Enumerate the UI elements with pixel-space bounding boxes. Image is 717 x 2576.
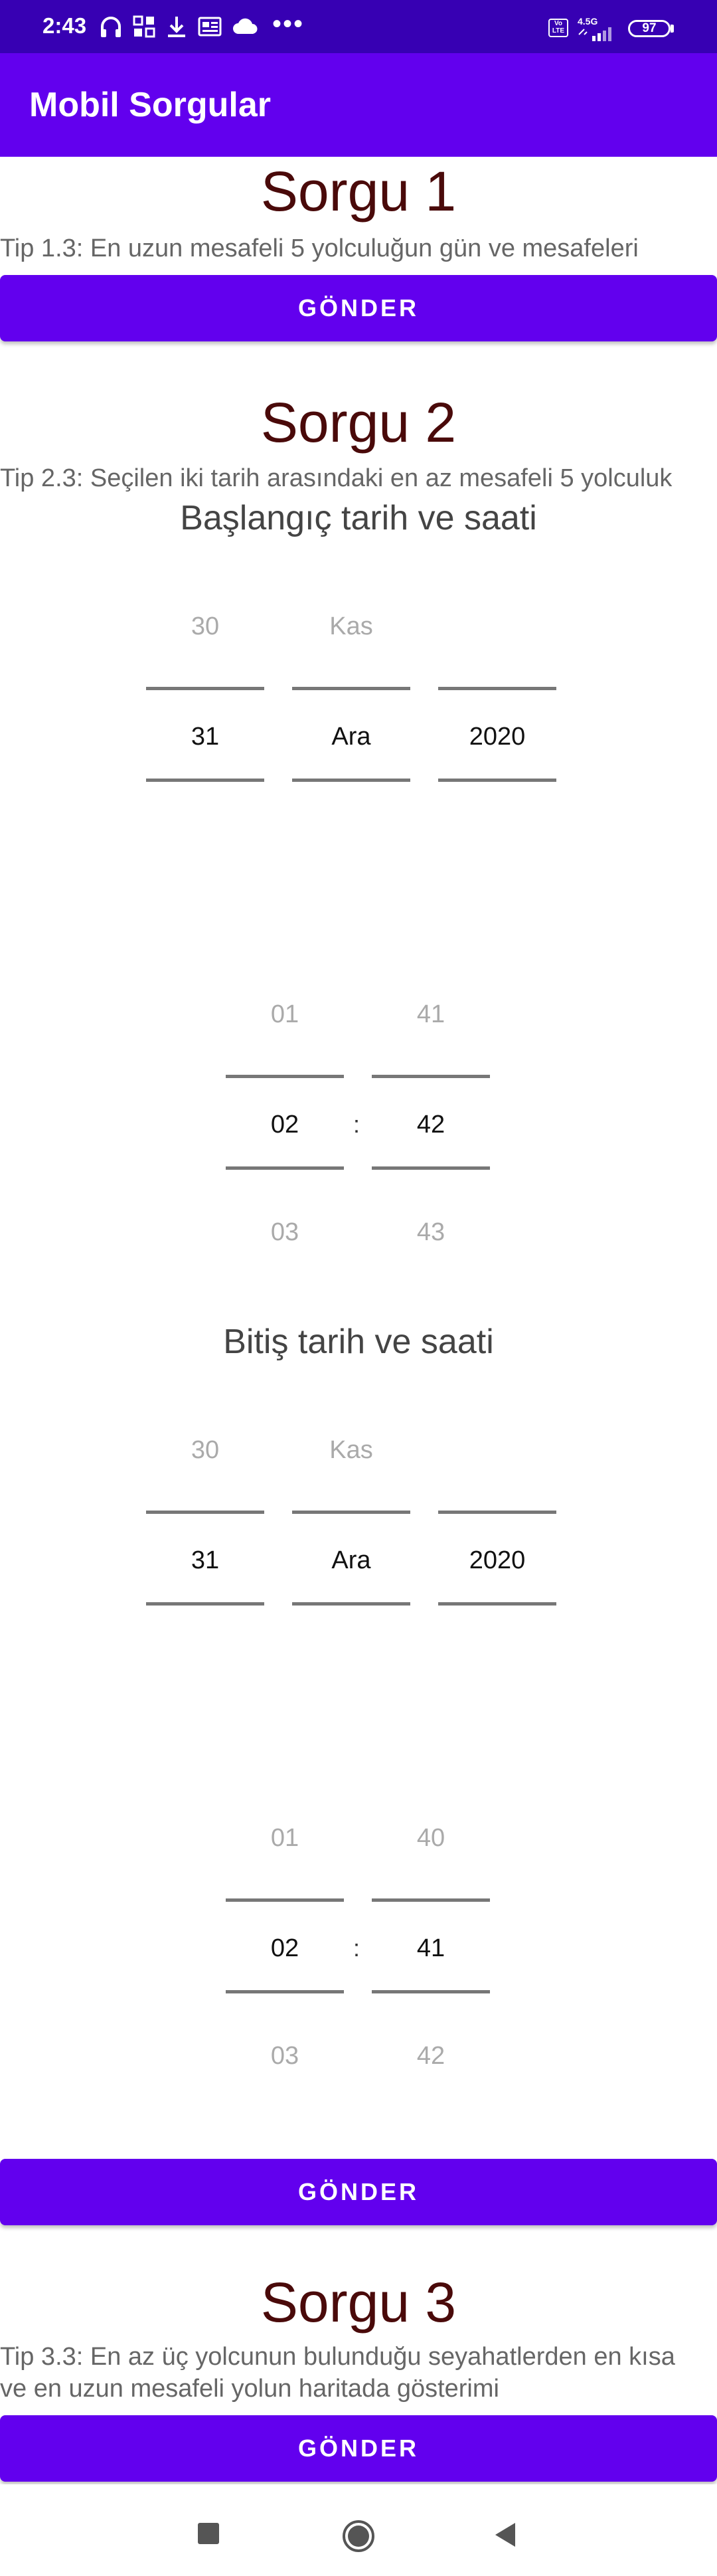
end-day-divider-bottom [146,1602,264,1606]
more-notifications-icon: ••• [272,9,305,39]
start-month-value[interactable]: Ara [292,723,410,751]
battery-level: 97 [642,21,657,35]
navigation-bar [0,2484,717,2576]
sorgu3-send-button[interactable]: GÖNDER [0,2415,717,2482]
start-minute-value[interactable]: 42 [372,1111,490,1139]
news-icon [198,17,222,37]
start-minute-prev[interactable]: 41 [372,1000,490,1029]
start-time-separator: : [353,1111,360,1138]
end-date-picker[interactable]: 30 Kas 31 Ara 2020 [146,1428,558,1614]
end-month-divider-top [292,1511,410,1514]
end-hour-value[interactable]: 02 [226,1934,344,1963]
start-day-divider-top [146,687,264,690]
end-hour-divider-top [226,1898,344,1902]
home-icon[interactable] [341,2519,376,2553]
download-icon [168,17,185,37]
end-hour-next[interactable]: 03 [226,2042,344,2070]
app-title: Mobil Sorgular [29,86,271,124]
start-datetime-label: Başlangıç tarih ve saati [180,499,537,537]
end-datetime-label: Bitiş tarih ve saati [223,1323,494,1361]
end-hour-prev[interactable]: 01 [226,1824,344,1853]
recents-icon[interactable] [197,2522,220,2545]
sorgu2-tip: Tip 2.3: Seçilen iki tarih arasındaki en… [0,464,673,492]
sorgu1-send-button[interactable]: GÖNDER [0,275,717,341]
status-bar: 2:43 ••• Vo LTE 4.5G 97 [0,0,717,53]
sorgu2-title: Sorgu 2 [260,391,457,454]
end-hour-divider-bottom [226,1990,344,1993]
start-hour-divider-top [226,1075,344,1078]
sorgu1-tip: Tip 1.3: En uzun mesafeli 5 yolculuğun g… [0,234,639,262]
start-month-divider-bottom [292,779,410,782]
end-minute-divider-bottom [372,1990,490,1993]
sorgu3-tip: Tip 3.3: En az üç yolcunun bulunduğu sey… [0,2343,675,2403]
start-hour-divider-bottom [226,1166,344,1170]
end-minute-next[interactable]: 42 [372,2042,490,2070]
status-time: 2:43 [42,13,87,38]
start-month-prev[interactable]: Kas [292,612,410,641]
back-icon[interactable] [493,2522,517,2548]
start-minute-next[interactable]: 43 [372,1218,490,1247]
start-year-divider-top [438,687,556,690]
start-hour-next[interactable]: 03 [226,1218,344,1247]
end-year-divider-bottom [438,1602,556,1606]
battery-tip [671,25,674,33]
end-year-value[interactable]: 2020 [438,1546,556,1575]
end-month-prev[interactable]: Kas [292,1436,410,1465]
apps-grid-icon [133,15,155,38]
start-time-picker[interactable]: 01 41 02 : 42 03 43 [226,992,491,1258]
sorgu3-title: Sorgu 3 [260,2271,457,2334]
start-day-prev[interactable]: 30 [146,612,264,641]
sorgu1-title: Sorgu 1 [260,160,457,223]
sorgu2-send-button[interactable]: GÖNDER [0,2159,717,2225]
volte-icon: Vo LTE [548,19,568,37]
start-minute-divider-top [372,1075,490,1078]
headphones-icon [101,17,121,37]
start-day-value[interactable]: 31 [146,723,264,751]
end-day-value[interactable]: 31 [146,1546,264,1575]
end-time-picker[interactable]: 01 40 02 : 41 03 42 [226,1816,491,2082]
end-minute-value[interactable]: 41 [372,1934,490,1963]
end-time-separator: : [353,1934,360,1962]
end-day-prev[interactable]: 30 [146,1436,264,1465]
start-minute-divider-bottom [372,1166,490,1170]
battery-icon: 97 [628,20,671,37]
signal-icon [578,27,611,41]
start-year-value[interactable]: 2020 [438,723,556,751]
cloud-icon [233,18,258,34]
start-day-divider-bottom [146,779,264,782]
start-month-divider-top [292,687,410,690]
end-year-divider-top [438,1511,556,1514]
end-day-divider-top [146,1511,264,1514]
start-year-divider-bottom [438,779,556,782]
end-month-value[interactable]: Ara [292,1546,410,1575]
start-date-picker[interactable]: 30 Kas 31 Ara 2020 [146,604,558,790]
start-hour-value[interactable]: 02 [226,1111,344,1139]
end-month-divider-bottom [292,1602,410,1606]
start-hour-prev[interactable]: 01 [226,1000,344,1029]
end-minute-prev[interactable]: 40 [372,1824,490,1853]
end-minute-divider-top [372,1898,490,1902]
